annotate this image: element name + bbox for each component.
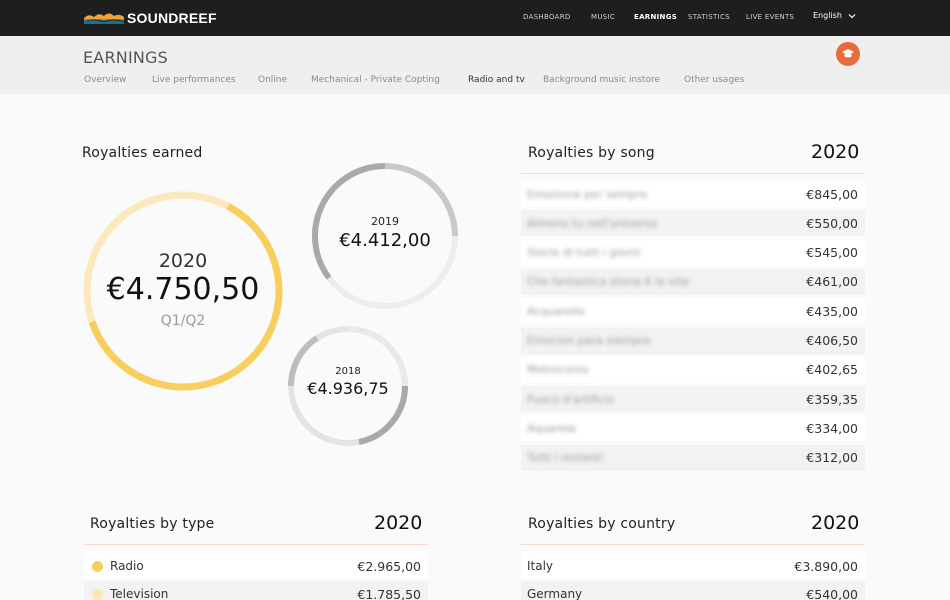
- page-title: EARNINGS: [83, 48, 168, 67]
- country-row-label: Italy: [527, 559, 554, 573]
- song-row: Fuoco d'artificio €359,35: [521, 386, 865, 413]
- earned-main-amount: €4.750,50: [106, 272, 260, 307]
- language-label: English: [813, 11, 842, 20]
- country-row-value: €540,00: [806, 586, 858, 600]
- earned-2019-amount: €4.412,00: [339, 230, 431, 251]
- type-row-label: Television: [110, 587, 169, 600]
- song-row: Storie di tutti i giorni €545,00: [521, 239, 865, 266]
- royalties-by-type-title: Royalties by type: [90, 516, 215, 532]
- country-divider: [521, 544, 865, 545]
- type-row-value: €1.785,50: [357, 586, 421, 600]
- song-row-label: Acquarello: [527, 304, 585, 318]
- top-navbar: SOUNDREEF DASHBOARD MUSIC EARNINGS STATI…: [0, 0, 950, 36]
- song-row-label: Storie di tutti i giorni: [527, 246, 641, 260]
- song-row: Metrocomo €402,65: [521, 356, 865, 383]
- language-selector[interactable]: English: [813, 11, 856, 20]
- brand-name: SOUNDREEF: [127, 10, 217, 26]
- nav-music[interactable]: MUSIC: [591, 13, 615, 21]
- type-row: Television €1.785,50: [84, 581, 428, 600]
- song-row-label: Metrocomo: [527, 363, 589, 377]
- song-row: Acquarello €435,00: [521, 298, 865, 325]
- country-row: Italy €3.890,00: [521, 553, 865, 579]
- legend-dot: [92, 560, 103, 572]
- song-row-value: €402,65: [806, 362, 858, 378]
- song-divider: [521, 173, 865, 174]
- brand-logo[interactable]: SOUNDREEF: [84, 8, 217, 28]
- earned-2020-circle: 2020 €4.750,50 Q1/Q2: [82, 190, 284, 392]
- royalties-by-country-title: Royalties by country: [528, 516, 676, 532]
- tutorial-button[interactable]: [836, 42, 860, 66]
- song-row: Tutti i restanti €312,00: [521, 444, 865, 471]
- soundreef-wave-icon: [84, 13, 124, 24]
- nav-statistics[interactable]: STATISTICS: [688, 13, 730, 21]
- royalties-by-country-year: 2020: [811, 512, 860, 534]
- song-row-value: €334,00: [806, 420, 858, 436]
- tab-background-music[interactable]: Background music instore: [543, 75, 660, 85]
- song-row-label: Emocion para siempre: [527, 334, 651, 347]
- tab-overview[interactable]: Overview: [84, 75, 126, 85]
- earned-2018-amount: €4.936,75: [307, 379, 389, 398]
- earned-2019-circle: 2019 €4.412,00: [311, 162, 459, 310]
- song-row-label: Fuoco d'artificio: [527, 392, 615, 406]
- song-row-label: Che fantastica storia è la vita: [527, 275, 689, 289]
- country-row: Germany €540,00: [521, 581, 865, 600]
- song-row-value: €845,00: [806, 186, 858, 202]
- song-row-label: Almeno tu nell'universo: [527, 216, 658, 230]
- song-row: Che fantastica storia è la vita €461,00: [521, 268, 865, 295]
- tab-other-usages[interactable]: Other usages: [684, 75, 744, 85]
- earned-2018-year: 2018: [335, 366, 361, 377]
- song-row-label: Emozione per sempre: [527, 187, 648, 201]
- song-row-value: €312,00: [806, 450, 858, 466]
- song-row-value: €406,50: [806, 333, 858, 348]
- type-row-value: €2.965,00: [357, 558, 421, 574]
- page-header: EARNINGS Overview Live performances Onli…: [0, 36, 950, 94]
- nav-earnings[interactable]: EARNINGS: [634, 13, 677, 21]
- song-row-label: Tutti i restanti: [527, 451, 603, 465]
- song-row-value: €461,00: [806, 274, 858, 290]
- song-row-value: €545,00: [806, 245, 858, 261]
- earned-main-year: 2020: [158, 250, 208, 272]
- royalties-by-type-year: 2020: [374, 512, 423, 534]
- nav-dashboard[interactable]: DASHBOARD: [523, 13, 571, 21]
- song-row-value: €550,00: [806, 215, 858, 231]
- earned-2019-year: 2019: [371, 215, 399, 228]
- country-row-label: Germany: [527, 587, 583, 600]
- tab-live-performances[interactable]: Live performances: [152, 75, 236, 85]
- earned-main-period: Q1/Q2: [160, 313, 206, 329]
- type-row-label: Radio: [110, 559, 144, 573]
- tab-radio-and-tv[interactable]: Radio and tv: [468, 75, 525, 85]
- royalties-by-song-title: Royalties by song: [528, 145, 655, 161]
- song-row: Emozione per sempre €845,00: [521, 181, 865, 207]
- song-row: Emocion para siempre €406,50: [521, 327, 865, 354]
- earned-2018-circle: 2018 €4.936,75: [287, 325, 409, 447]
- type-divider: [84, 544, 428, 545]
- tab-mechanical[interactable]: Mechanical - Private Copting: [311, 75, 440, 85]
- legend-dot: [92, 588, 103, 600]
- nav-live-events[interactable]: LIVE EVENTS: [746, 13, 794, 21]
- royalties-earned-title: Royalties earned: [82, 145, 203, 161]
- song-row-label: Aquarela: [527, 421, 576, 435]
- graduation-cap-icon: [842, 49, 854, 58]
- country-row-value: €3.890,00: [794, 558, 858, 574]
- royalties-by-song-year: 2020: [811, 141, 860, 163]
- song-row-value: €435,00: [806, 303, 858, 319]
- type-row: Radio €2.965,00: [84, 553, 428, 579]
- tab-online[interactable]: Online: [258, 75, 287, 85]
- song-row: Aquarela €334,00: [521, 415, 865, 442]
- song-row-value: €359,35: [806, 391, 858, 407]
- song-row: Almeno tu nell'universo €550,00: [521, 210, 865, 237]
- chevron-down-icon: [848, 13, 856, 18]
